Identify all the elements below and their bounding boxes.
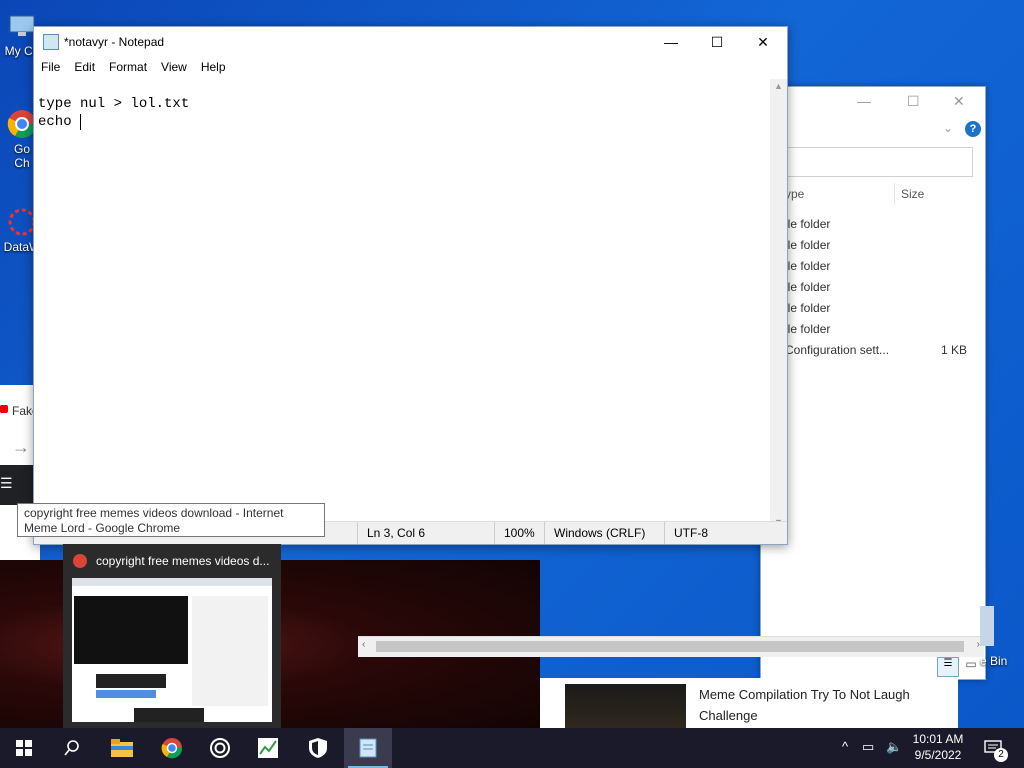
shield-icon [309,738,327,758]
forward-arrow-icon[interactable]: → [12,437,30,458]
start-button[interactable] [0,728,48,768]
youtube-icon [0,405,8,413]
close-button[interactable]: ✕ [740,27,786,57]
scroll-up-icon[interactable]: ▲ [774,81,783,91]
status-divider [357,522,358,544]
minimize-icon[interactable]: — [857,93,871,109]
window-title: *notavyr - Notepad [64,35,165,49]
preview-thumbnail[interactable] [72,578,272,722]
file-explorer-window: — ☐ ✕ ⌄ ? ype Size ile folder ile folder… [760,86,986,680]
menu-edit[interactable]: Edit [67,57,102,77]
list-item[interactable]: ile folder [785,322,985,343]
notepad-icon [359,738,377,758]
status-encoding: UTF-8 [674,526,708,540]
desktop-icon-recycle-bin[interactable]: e Bin [980,606,1007,668]
clock[interactable]: 10:01 AM 9/5/2022 [906,728,970,768]
status-line-ending: Windows (CRLF) [554,526,646,540]
notepad-window: *notavyr - Notepad — ☐ ✕ File Edit Format V… [33,26,788,545]
action-center-button[interactable]: 2 [978,728,1018,768]
taskbar: ^ ▭ 🔈 10:01 AM 9/5/2022 2 [0,728,1024,768]
menu-icon[interactable]: ☰ [0,475,13,492]
list-item[interactable]: ile folder [785,217,985,238]
taskbar-tooltip: copyright free memes videos download - I… [17,503,325,537]
clock-time: 10:01 AM [912,732,964,746]
minimize-button[interactable]: — [648,27,694,57]
menu-format[interactable]: Format [102,57,154,77]
search-button[interactable] [48,728,96,768]
notification-badge: 2 [994,748,1008,762]
volume-icon[interactable]: 🔈 [886,739,902,755]
notepad-icon [43,34,59,50]
chrome-icon [161,738,183,759]
list-item-type: ile folder [785,217,831,231]
system-tray-icons: ^ ▭ 🔈 [840,728,910,768]
security-taskbar-button[interactable] [294,728,342,768]
menu-help[interactable]: Help [194,57,233,77]
details-view-icon[interactable]: ☰ [937,657,959,677]
list-item[interactable]: Configuration sett... 1 KB [785,343,985,364]
menu-bar: File Edit Format View Help [34,57,787,79]
chevron-up-icon[interactable]: ^ [842,739,848,754]
desktop-icon-label: e Bin [980,654,1008,668]
close-icon[interactable]: ✕ [953,93,965,110]
list-item-size: 1 KB [940,343,967,357]
status-position: Ln 3, Col 6 [367,526,426,540]
chrome-icon [73,554,87,568]
column-divider [894,183,895,205]
large-icons-view-icon[interactable]: ▭ [961,657,981,675]
task-manager-taskbar-button[interactable] [244,728,292,768]
column-header-size[interactable]: Size [901,187,924,201]
list-item-type: ile folder [785,259,831,273]
clock-date: 9/5/2022 [914,748,962,762]
horizontal-scrollbar[interactable]: ‹ › [358,636,984,657]
list-item[interactable]: ile folder [785,280,985,301]
menu-file[interactable]: File [34,57,67,77]
file-explorer-taskbar-button[interactable] [98,728,146,768]
list-item[interactable]: ile folder [785,301,985,322]
vertical-scrollbar[interactable]: ▲ ▼ [770,79,787,529]
list-item-type: ile folder [785,238,831,252]
recycle-bin-icon [980,606,994,646]
windows-icon [16,740,32,756]
menu-view[interactable]: View [154,57,194,77]
text-editor[interactable]: type nul > lol.txt echo ​ [34,87,770,515]
taskbar-preview[interactable]: copyright free memes videos d... [63,544,281,728]
list-item[interactable]: ile folder [785,259,985,280]
video-title[interactable]: Meme Compilation Try To Not Laugh Challe… [699,684,929,726]
notepad-taskbar-button[interactable] [344,728,392,768]
preview-title: copyright free memes videos d... [96,554,270,568]
network-icon[interactable]: ▭ [862,739,874,755]
target-icon [210,738,230,758]
app-taskbar-button[interactable] [196,728,244,768]
chart-icon [258,738,278,758]
list-item-type: ile folder [785,322,831,336]
scroll-left-icon[interactable]: ‹ [362,639,365,650]
video-card[interactable]: Meme Compilation Try To Not Laugh Challe… [540,678,958,754]
search-icon [64,740,79,756]
list-item-type: ile folder [785,301,831,315]
status-divider [494,522,495,544]
search-input[interactable] [783,147,973,177]
chrome-taskbar-button[interactable] [148,728,196,768]
scrollbar-thumb[interactable] [376,641,964,652]
maximize-icon[interactable]: ☐ [907,93,920,110]
status-divider [544,522,545,544]
list-item[interactable]: ile folder [785,238,985,259]
help-icon[interactable]: ? [965,121,981,137]
list-item-type: Configuration sett... [785,343,890,357]
folder-icon [111,739,133,757]
text-caret: ​ [80,114,82,130]
title-bar[interactable]: *notavyr - Notepad — ☐ ✕ [34,27,787,57]
desktop-icon-label: Go Ch [13,142,30,170]
list-item-type: ile folder [785,280,831,294]
chevron-down-icon[interactable]: ⌄ [943,121,953,135]
maximize-button[interactable]: ☐ [694,27,740,57]
status-divider [664,522,665,544]
status-zoom: 100% [504,526,535,540]
